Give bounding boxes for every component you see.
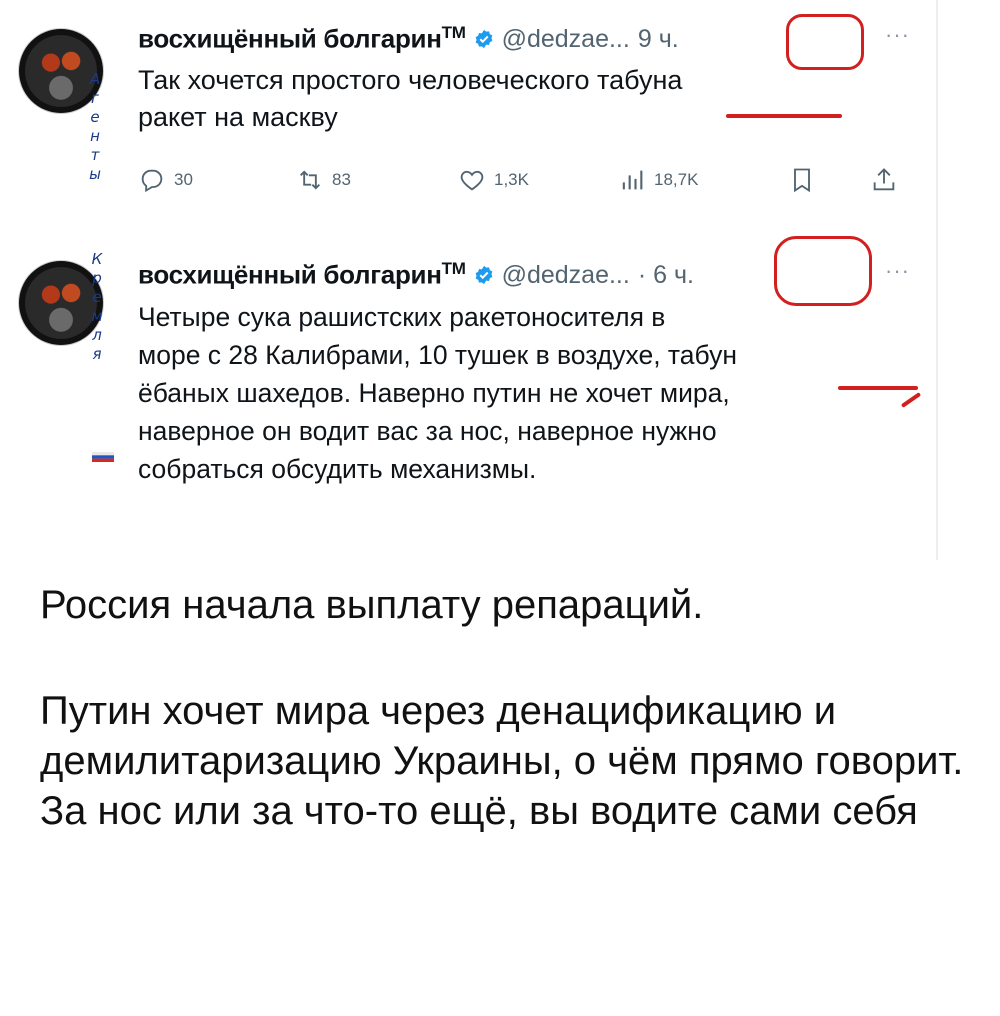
views-icon (622, 170, 643, 190)
reply-icon (141, 169, 163, 193)
side-letter: е (90, 108, 100, 126)
tm-mark: TM (441, 23, 466, 43)
caption-paragraph: Путин хочет мира через денацификацию и д… (40, 689, 964, 833)
post-time[interactable]: 9 ч. (638, 25, 679, 54)
tm-mark: TM (441, 259, 466, 279)
like-count: 1,3K (494, 170, 529, 189)
post-1[interactable]: восхищённый болгаринTM @dedzae... 9 ч. ·… (138, 20, 928, 136)
post-time[interactable]: · 6 ч. (638, 261, 694, 290)
side-letters-agents: А г е н т ы (88, 70, 102, 184)
post-header: восхищённый болгаринTM @dedzae... · 6 ч.… (138, 256, 928, 294)
like-button[interactable]: 1,3K (458, 166, 529, 194)
post-header: восхищённый болгаринTM @dedzae... 9 ч. ·… (138, 20, 928, 58)
post-text: Так хочется простого человеческого табун… (138, 62, 928, 136)
side-letter: А (89, 70, 101, 88)
side-letter: л (92, 326, 102, 344)
red-underline-annotation (726, 114, 842, 118)
share-icon (873, 168, 895, 191)
bookmark-button[interactable] (788, 166, 816, 194)
more-options-icon[interactable]: ··· (885, 22, 910, 48)
post-2[interactable]: восхищённый болгаринTM @dedzae... · 6 ч.… (138, 256, 928, 488)
views-count: 18,7K (654, 170, 699, 189)
post-text-line: ёбаных шахедов. Наверно путин не хочет м… (138, 378, 730, 408)
display-name-text: восхищённый болгарин (138, 259, 442, 290)
bookmark-icon (794, 168, 810, 193)
side-letter: я (92, 345, 102, 363)
post-actions: 30 83 1,3K 18,7K (138, 166, 918, 200)
side-letter: м (91, 307, 103, 325)
repost-button[interactable]: 83 (296, 166, 351, 194)
side-letter: г (91, 89, 99, 107)
post-text-line: собраться обсудить механизмы. (138, 454, 537, 484)
repost-icon (300, 170, 320, 190)
caption-text: Россия начала выплату репараций. Путин х… (40, 580, 970, 836)
verified-icon (475, 265, 492, 285)
display-name[interactable]: восхищённый болгаринTM (138, 259, 466, 291)
verified-icon (475, 29, 492, 49)
share-button[interactable] (870, 166, 898, 194)
post-text-line: море с 28 Калибрами, 10 тушек в воздухе,… (138, 340, 737, 370)
post-text-line: наверное он водит вас за нос, наверное н… (138, 416, 717, 446)
caption-line: Россия начала выплату репараций. (40, 583, 704, 627)
side-letter: К (91, 250, 103, 268)
reply-count: 30 (174, 170, 193, 189)
display-name[interactable]: восхищённый болгаринTM (138, 23, 466, 55)
repost-count: 83 (332, 170, 351, 189)
display-name-text: восхищённый болгарин (138, 23, 442, 54)
post-text: Четыре сука рашистских ракетоносителя в … (138, 298, 928, 488)
tweet-screenshot: А г е н т ы восхищённый болгаринTM @dedz… (0, 0, 1000, 560)
russian-flag-icon (92, 452, 114, 462)
more-options-icon[interactable]: ··· (885, 258, 910, 284)
side-letters-kremlin: К р е м л я (90, 250, 104, 364)
side-letter: ы (89, 165, 101, 183)
side-letter: р (92, 269, 102, 287)
post-text-line: Четыре сука рашистских ракетоносителя в (138, 302, 666, 332)
divider (936, 0, 938, 560)
side-letter: н (90, 127, 100, 145)
red-underline-annotation (838, 386, 918, 390)
side-letter: е (92, 288, 102, 306)
post-text-line: Так хочется простого человеческого табун… (138, 65, 683, 95)
side-letter: т (90, 146, 100, 164)
user-handle[interactable]: @dedzae... (502, 25, 630, 54)
like-icon (460, 170, 484, 191)
reply-button[interactable]: 30 (138, 166, 193, 194)
views-button[interactable]: 18,7K (618, 166, 698, 194)
user-handle[interactable]: @dedzae... (502, 261, 630, 290)
